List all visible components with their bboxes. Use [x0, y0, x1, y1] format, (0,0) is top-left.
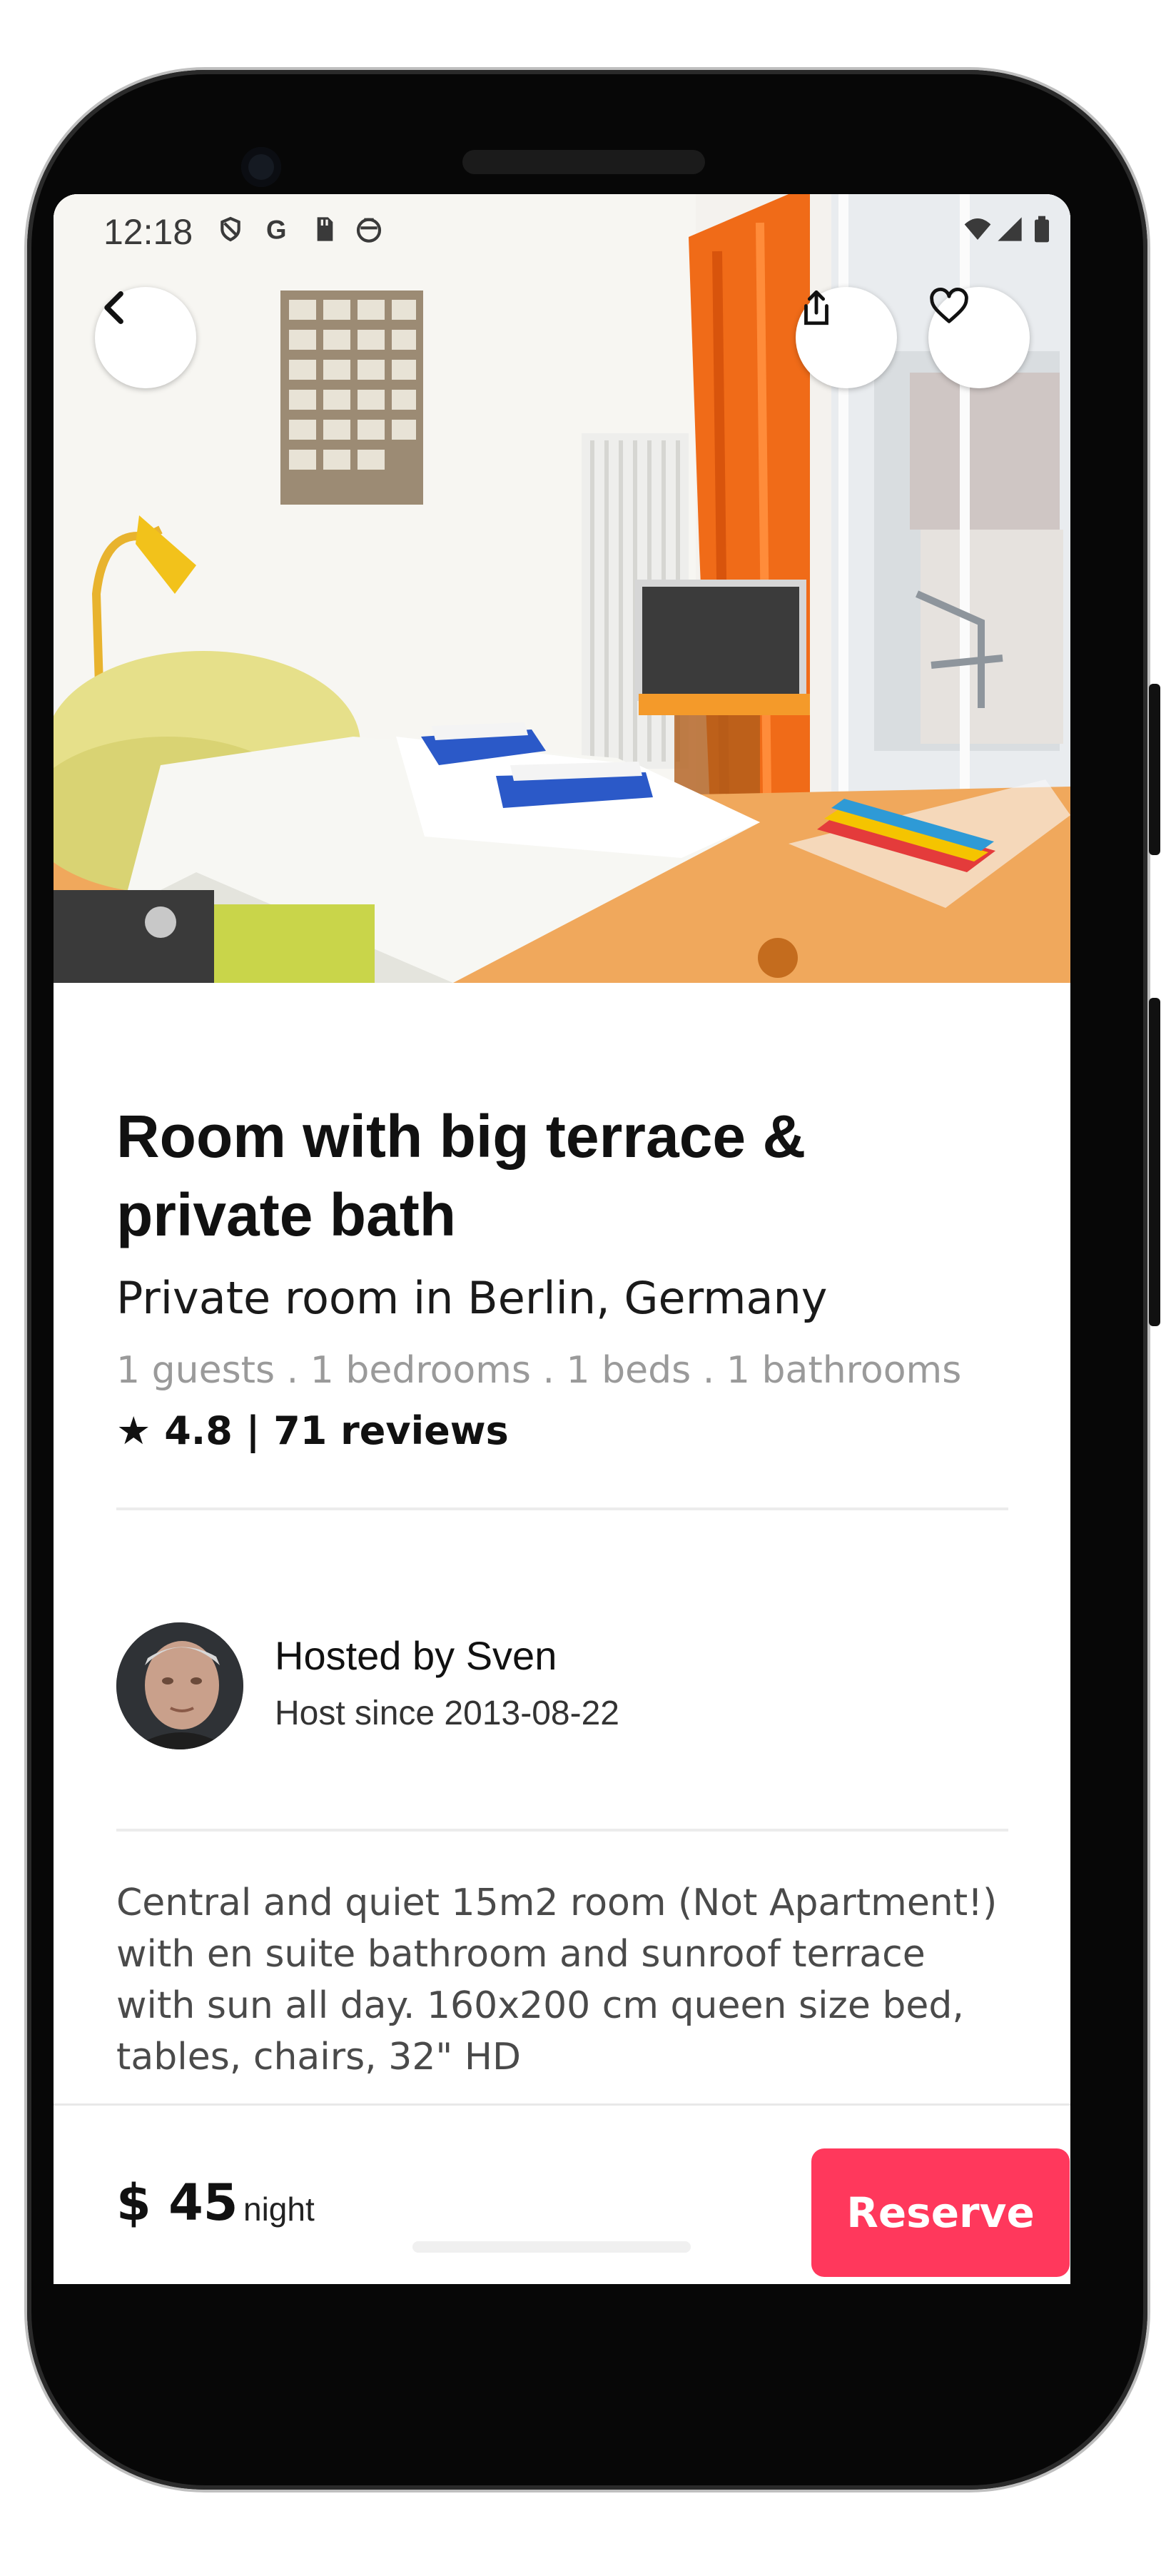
price: $ 45 — [116, 2173, 238, 2232]
host-since: Host since 2013-08-22 — [275, 1694, 619, 1732]
divider — [116, 1507, 1008, 1510]
host-name: Hosted by Sven — [275, 1633, 557, 1678]
reserve-button[interactable]: Reserve — [811, 2148, 1070, 2277]
earpiece — [462, 150, 705, 174]
app-screen: 12:18 G Room with big terrace & private … — [54, 194, 1070, 2284]
status-bar: 12:18 G — [54, 194, 1070, 273]
google-icon: G — [263, 214, 291, 244]
listing-details: Room with big terrace & private bath Pri… — [54, 983, 1070, 2284]
battery-icon — [1028, 214, 1056, 244]
front-camera — [241, 147, 281, 187]
favorite-button[interactable] — [928, 287, 1030, 388]
room-photo-illustration — [54, 194, 1070, 983]
listing-photo[interactable]: 12:18 G — [54, 194, 1070, 983]
svg-text:G: G — [266, 215, 287, 244]
navigation-area — [54, 2284, 1070, 2348]
listing-rating[interactable]: ★ 4.8 | 71 reviews — [116, 1408, 509, 1453]
volume-button — [1149, 998, 1160, 1326]
listing-subtitle: Private room in Berlin, Germany — [116, 1272, 828, 1324]
shield-icon — [355, 214, 383, 244]
host-avatar[interactable] — [116, 1622, 243, 1749]
do-not-disturb-icon — [216, 214, 245, 244]
signal-icon — [995, 214, 1024, 244]
status-time: 12:18 — [103, 212, 193, 252]
home-indicator[interactable] — [412, 2241, 691, 2253]
listing-title: Room with big terrace & private bath — [116, 1103, 806, 1248]
wifi-icon — [963, 214, 992, 244]
booking-bar: $ 45 night Reserve — [54, 2103, 1070, 2284]
back-button[interactable] — [95, 287, 196, 388]
price-unit: night — [243, 2191, 315, 2228]
host-photo — [116, 1622, 243, 1749]
share-button[interactable] — [796, 287, 897, 388]
power-button — [1149, 684, 1160, 855]
listing-meta: 1 guests . 1 bedrooms . 1 beds . 1 bathr… — [116, 1349, 962, 1392]
listing-description: Central and quiet 15m2 room (Not Apartme… — [116, 1882, 998, 2079]
divider — [116, 1829, 1008, 1832]
sd-card-icon — [309, 214, 338, 244]
